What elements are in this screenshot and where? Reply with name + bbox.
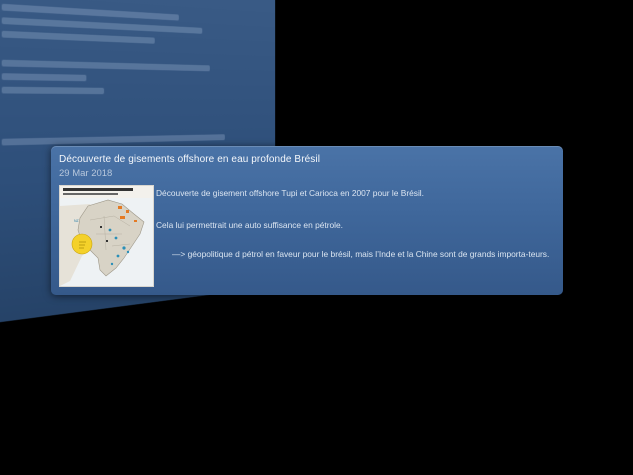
background-text-line [1,73,87,82]
note-paragraph-1: Découverte de gisement offshore Tupi et … [156,188,424,198]
brazil-map-illustration: NZ [60,198,153,286]
note-card[interactable]: Découverte de gisements offshore en eau … [51,146,563,295]
background-text-line [1,30,155,44]
brazil-map-thumbnail[interactable]: NZ [59,185,154,287]
note-title: Découverte de gisements offshore en eau … [59,154,321,165]
note-paragraph-3: —> géopolitique d pétrol en faveur pour … [172,249,550,259]
background-text-line [1,59,210,72]
note-date: 29 Mar 2018 [59,168,113,179]
background-text-line [1,134,225,146]
note-paragraph-2: Cela lui permettrait une auto suffisance… [156,220,343,230]
background-text-line [1,86,105,95]
